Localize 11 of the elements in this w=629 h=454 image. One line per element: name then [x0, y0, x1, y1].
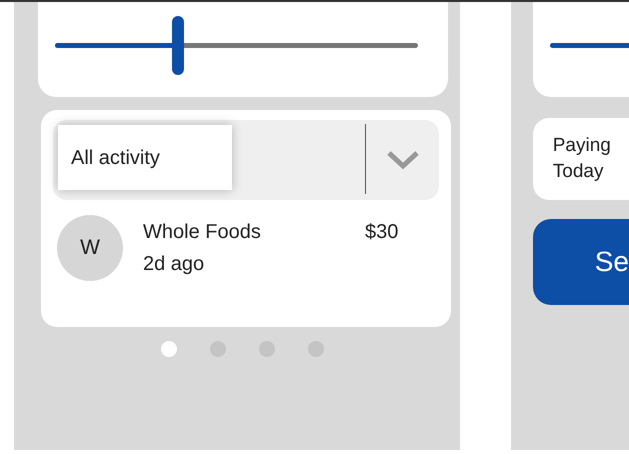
avatar-initial: W: [57, 215, 123, 281]
transaction-time: 2d ago: [143, 252, 206, 277]
action-button[interactable]: Se: [532, 219, 629, 305]
slider-thumb[interactable]: [172, 16, 184, 75]
info-text: Paying: [552, 134, 612, 158]
merchant-name: Whole Foods: [143, 220, 262, 245]
chevron-down-icon: [386, 150, 420, 170]
filter-dropdown[interactable]: All activity: [53, 120, 439, 200]
info-text: Today: [552, 160, 604, 184]
slider[interactable]: [55, 16, 418, 75]
transaction-amount: $30: [365, 220, 398, 245]
